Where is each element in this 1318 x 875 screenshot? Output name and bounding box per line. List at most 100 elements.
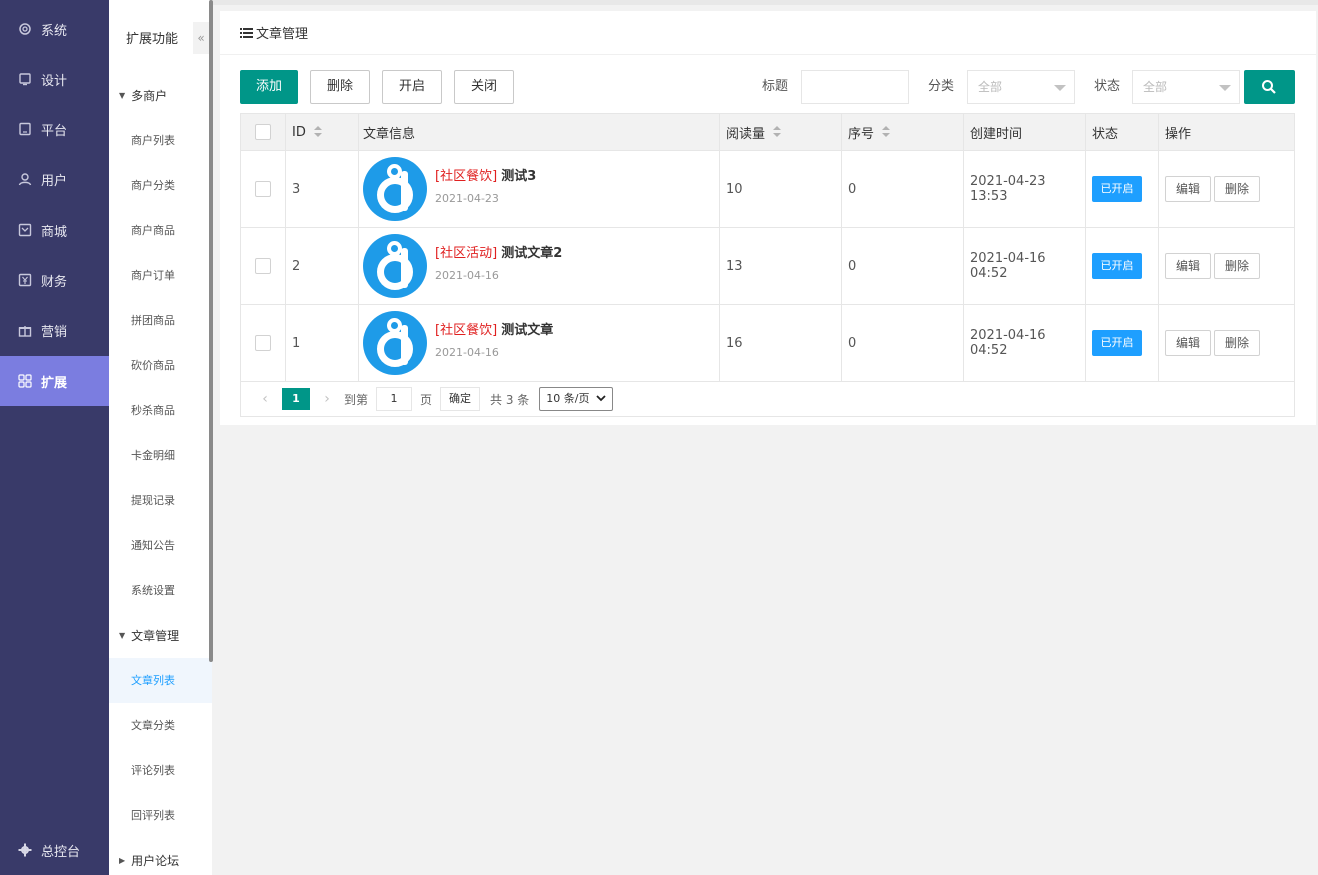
status-badge[interactable]: 已开启 [1092, 330, 1142, 356]
nav-item-mall[interactable]: 商城 [0, 205, 109, 255]
sidebar-item-replies[interactable]: 回评列表 [109, 793, 212, 838]
sidebar-item-merchant-category[interactable]: 商户分类 [109, 163, 212, 208]
article-category-tag: [社区餐饮] [435, 323, 498, 338]
current-page[interactable]: 1 [282, 388, 310, 410]
sidebar-item-settings[interactable]: 系统设置 [109, 568, 212, 613]
status-filter-label: 状态 [1094, 79, 1121, 94]
nav-item-console[interactable]: 总控台 [0, 825, 109, 875]
header-info: 文章信息 [359, 114, 720, 150]
collapse-sidebar-button[interactable]: « [193, 22, 209, 54]
nav-item-system[interactable]: 系统 [0, 4, 109, 54]
sidebar-group-label: 文章管理 [131, 629, 180, 643]
nav-item-label: 平台 [41, 123, 68, 139]
sidebar-item-card-detail[interactable]: 卡金明细 [109, 433, 212, 478]
sidebar-item-merchant-orders[interactable]: 商户订单 [109, 253, 212, 298]
article-category-tag: [社区活动] [435, 246, 498, 261]
delete-row-button[interactable]: 删除 [1214, 330, 1261, 356]
table-header: ID 文章信息 阅读量 序号 创建时间 状态 操作 [241, 114, 1294, 151]
row-checkbox[interactable] [255, 258, 271, 274]
sidebar-group-articles[interactable]: ▼ 文章管理 [109, 613, 212, 658]
add-button[interactable]: 添加 [240, 70, 298, 104]
sidebar-item-merchant-list[interactable]: 商户列表 [109, 118, 212, 163]
nav-item-marketing[interactable]: 营销 [0, 305, 109, 355]
store-icon [18, 223, 32, 237]
goto-label: 到第 [344, 392, 369, 407]
sort-icon[interactable] [313, 126, 322, 138]
cell-actions: 编辑 删除 [1159, 305, 1294, 381]
page-size-select[interactable]: 10 条/页 [539, 387, 613, 411]
search-button[interactable] [1244, 70, 1295, 104]
sort-icon[interactable] [882, 126, 891, 138]
page-title: 文章管理 [256, 27, 309, 42]
cell-order: 0 [842, 228, 964, 304]
nav-item-extension[interactable]: 扩展 [0, 356, 109, 406]
next-page-button[interactable]: › [316, 391, 338, 407]
sidebar-item-bargain[interactable]: 砍价商品 [109, 343, 212, 388]
search-icon [1261, 79, 1277, 99]
nav-item-label: 总控台 [41, 844, 81, 860]
edit-button[interactable]: 编辑 [1165, 330, 1212, 356]
nav-item-finance[interactable]: 财务 [0, 255, 109, 305]
nav-item-label: 用户 [41, 173, 68, 189]
prev-page-button[interactable]: ‹ [254, 391, 276, 407]
row-checkbox[interactable] [255, 181, 271, 197]
title-filter-input[interactable] [801, 70, 909, 104]
header-views[interactable]: 阅读量 [720, 114, 842, 150]
sidebar-group-label: 用户论坛 [131, 854, 180, 868]
nav-item-design[interactable]: 设计 [0, 54, 109, 104]
gear-icon [18, 22, 32, 36]
nav-item-label: 系统 [41, 23, 68, 39]
status-filter-value: 全部 [1143, 80, 1168, 94]
sidebar-item-group-buy[interactable]: 拼团商品 [109, 298, 212, 343]
edit-button[interactable]: 编辑 [1165, 253, 1212, 279]
delete-row-button[interactable]: 删除 [1214, 176, 1261, 202]
status-badge[interactable]: 已开启 [1092, 253, 1142, 279]
sidebar-item-notice[interactable]: 通知公告 [109, 523, 212, 568]
title-filter-label: 标题 [762, 79, 789, 94]
sidebar-item-flash-sale[interactable]: 秒杀商品 [109, 388, 212, 433]
page-unit-label: 页 [420, 392, 433, 407]
header-label: 序号 [848, 126, 875, 142]
nav-item-users[interactable]: 用户 [0, 154, 109, 204]
nav-item-platform[interactable]: 平台 [0, 104, 109, 154]
cell-status: 已开启 [1086, 228, 1159, 304]
sidebar-item-comments[interactable]: 评论列表 [109, 748, 212, 793]
sort-icon[interactable] [773, 126, 782, 138]
sidebar-item-article-category[interactable]: 文章分类 [109, 703, 212, 748]
sidebar-scrollbar[interactable] [209, 0, 213, 662]
sidebar-item-withdraw[interactable]: 提现记录 [109, 478, 212, 523]
gift-icon [18, 323, 32, 337]
status-badge[interactable]: 已开启 [1092, 176, 1142, 202]
enable-button[interactable]: 开启 [382, 70, 442, 104]
header-label: 创建时间 [970, 126, 1023, 142]
delete-button[interactable]: 删除 [310, 70, 370, 104]
sidebar-item-article-list[interactable]: 文章列表 [109, 658, 212, 703]
cell-info: [社区餐饮] 测试文章 2021-04-16 [359, 305, 720, 381]
cell-id: 3 [286, 151, 359, 227]
cell-status: 已开启 [1086, 151, 1159, 227]
nav-item-label: 扩展 [41, 375, 68, 391]
status-filter-select[interactable]: 全部 [1132, 70, 1240, 104]
header-id[interactable]: ID [286, 114, 359, 150]
article-title[interactable]: 测试文章 [501, 323, 553, 338]
sidebar-group-forum[interactable]: ▶ 用户论坛 [109, 838, 212, 875]
header-order[interactable]: 序号 [842, 114, 964, 150]
sidebar-group-merchant[interactable]: ▼ 多商户 [109, 73, 212, 118]
edit-button[interactable]: 编辑 [1165, 176, 1212, 202]
goto-confirm-button[interactable]: 确定 [440, 387, 481, 411]
article-date: 2021-04-16 [435, 346, 499, 359]
article-title[interactable]: 测试文章2 [501, 246, 562, 261]
sidebar-item-merchant-goods[interactable]: 商户商品 [109, 208, 212, 253]
row-checkbox[interactable] [255, 335, 271, 351]
close-button[interactable]: 关闭 [454, 70, 514, 104]
category-filter-select[interactable]: 全部 [967, 70, 1075, 104]
list-icon [240, 27, 253, 38]
article-title[interactable]: 测试3 [501, 169, 536, 184]
select-all-checkbox[interactable] [255, 124, 271, 140]
cog-icon [18, 843, 32, 857]
cell-info: [社区餐饮] 测试3 2021-04-23 [359, 151, 720, 227]
top-bar [213, 0, 1318, 5]
chevron-down-icon [1054, 85, 1066, 91]
delete-row-button[interactable]: 删除 [1214, 253, 1261, 279]
goto-page-input[interactable]: 1 [376, 387, 413, 411]
